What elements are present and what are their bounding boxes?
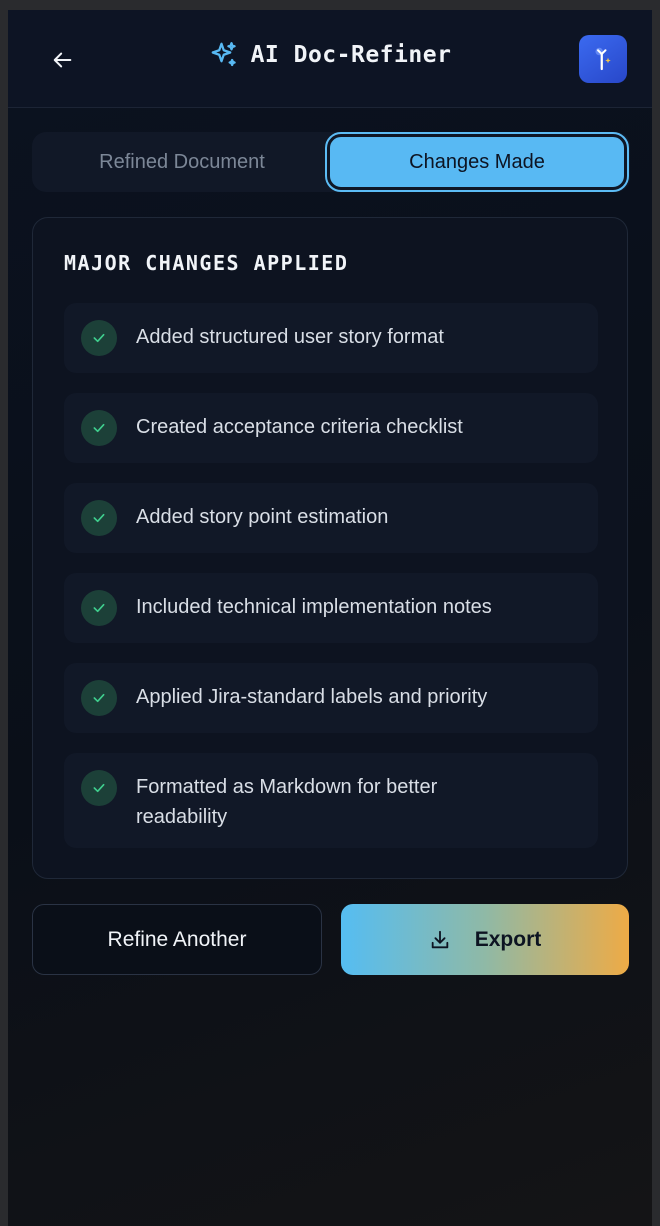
avatar[interactable] <box>579 35 627 83</box>
change-text: Applied Jira-standard labels and priorit… <box>136 686 488 708</box>
list-item: Applied Jira-standard labels and priorit… <box>64 663 598 733</box>
change-text: Added story point estimation <box>136 506 389 528</box>
list-item: Formatted as Markdown for better readabi… <box>64 753 598 848</box>
change-text: Formatted as Markdown for better readabi… <box>136 776 438 828</box>
export-label: Export <box>474 927 542 951</box>
check-icon <box>81 500 117 536</box>
check-icon <box>81 320 117 356</box>
changes-panel: MAJOR CHANGES APPLIED Added structured u… <box>32 217 628 879</box>
app-frame: AI Doc-Refiner Refined Document Changes … <box>8 10 652 1226</box>
title-group: AI Doc-Refiner <box>8 40 652 70</box>
tab-changes-made[interactable]: Changes Made <box>325 132 629 192</box>
change-text: Created acceptance criteria checklist <box>136 416 463 438</box>
check-icon <box>81 590 117 626</box>
check-icon <box>81 410 117 446</box>
refine-another-button[interactable]: Refine Another <box>32 904 322 975</box>
list-item: Added story point estimation <box>64 483 598 553</box>
sparkles-icon <box>211 42 236 67</box>
list-item: Added structured user story format <box>64 303 598 373</box>
change-text: Added structured user story format <box>136 326 444 348</box>
list-item: Included technical implementation notes <box>64 573 598 643</box>
check-icon <box>81 770 117 806</box>
tab-refined-document[interactable]: Refined Document <box>32 132 332 192</box>
download-icon <box>431 930 448 948</box>
page-title: AI Doc-Refiner <box>250 42 452 68</box>
app-header: AI Doc-Refiner <box>8 10 652 108</box>
change-text: Included technical implementation notes <box>136 596 492 618</box>
view-tabs: Refined Document Changes Made <box>32 132 630 192</box>
check-icon <box>81 680 117 716</box>
changes-heading: MAJOR CHANGES APPLIED <box>64 251 349 275</box>
list-item: Created acceptance criteria checklist <box>64 393 598 463</box>
magic-wand-icon <box>595 47 611 71</box>
export-button[interactable]: Export <box>341 904 629 975</box>
